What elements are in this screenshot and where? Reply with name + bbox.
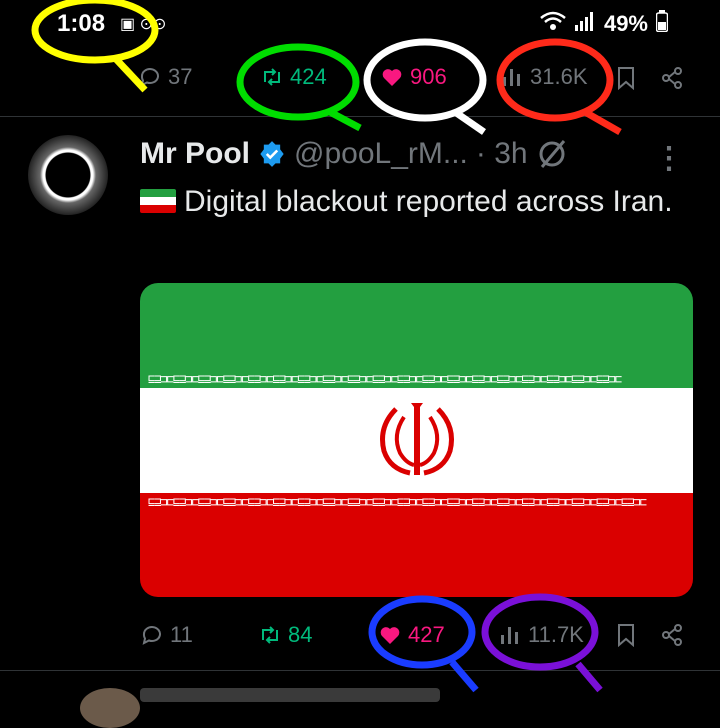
annotation-overlay: [31, 0, 622, 693]
annotation-likes-bottom: [368, 595, 479, 693]
annotation-time: [31, 0, 159, 93]
annotation-likes: [363, 38, 487, 135]
annotation-retweets: [236, 43, 362, 132]
annotation-views-bottom: [481, 593, 603, 693]
annotation-views: [496, 38, 622, 136]
